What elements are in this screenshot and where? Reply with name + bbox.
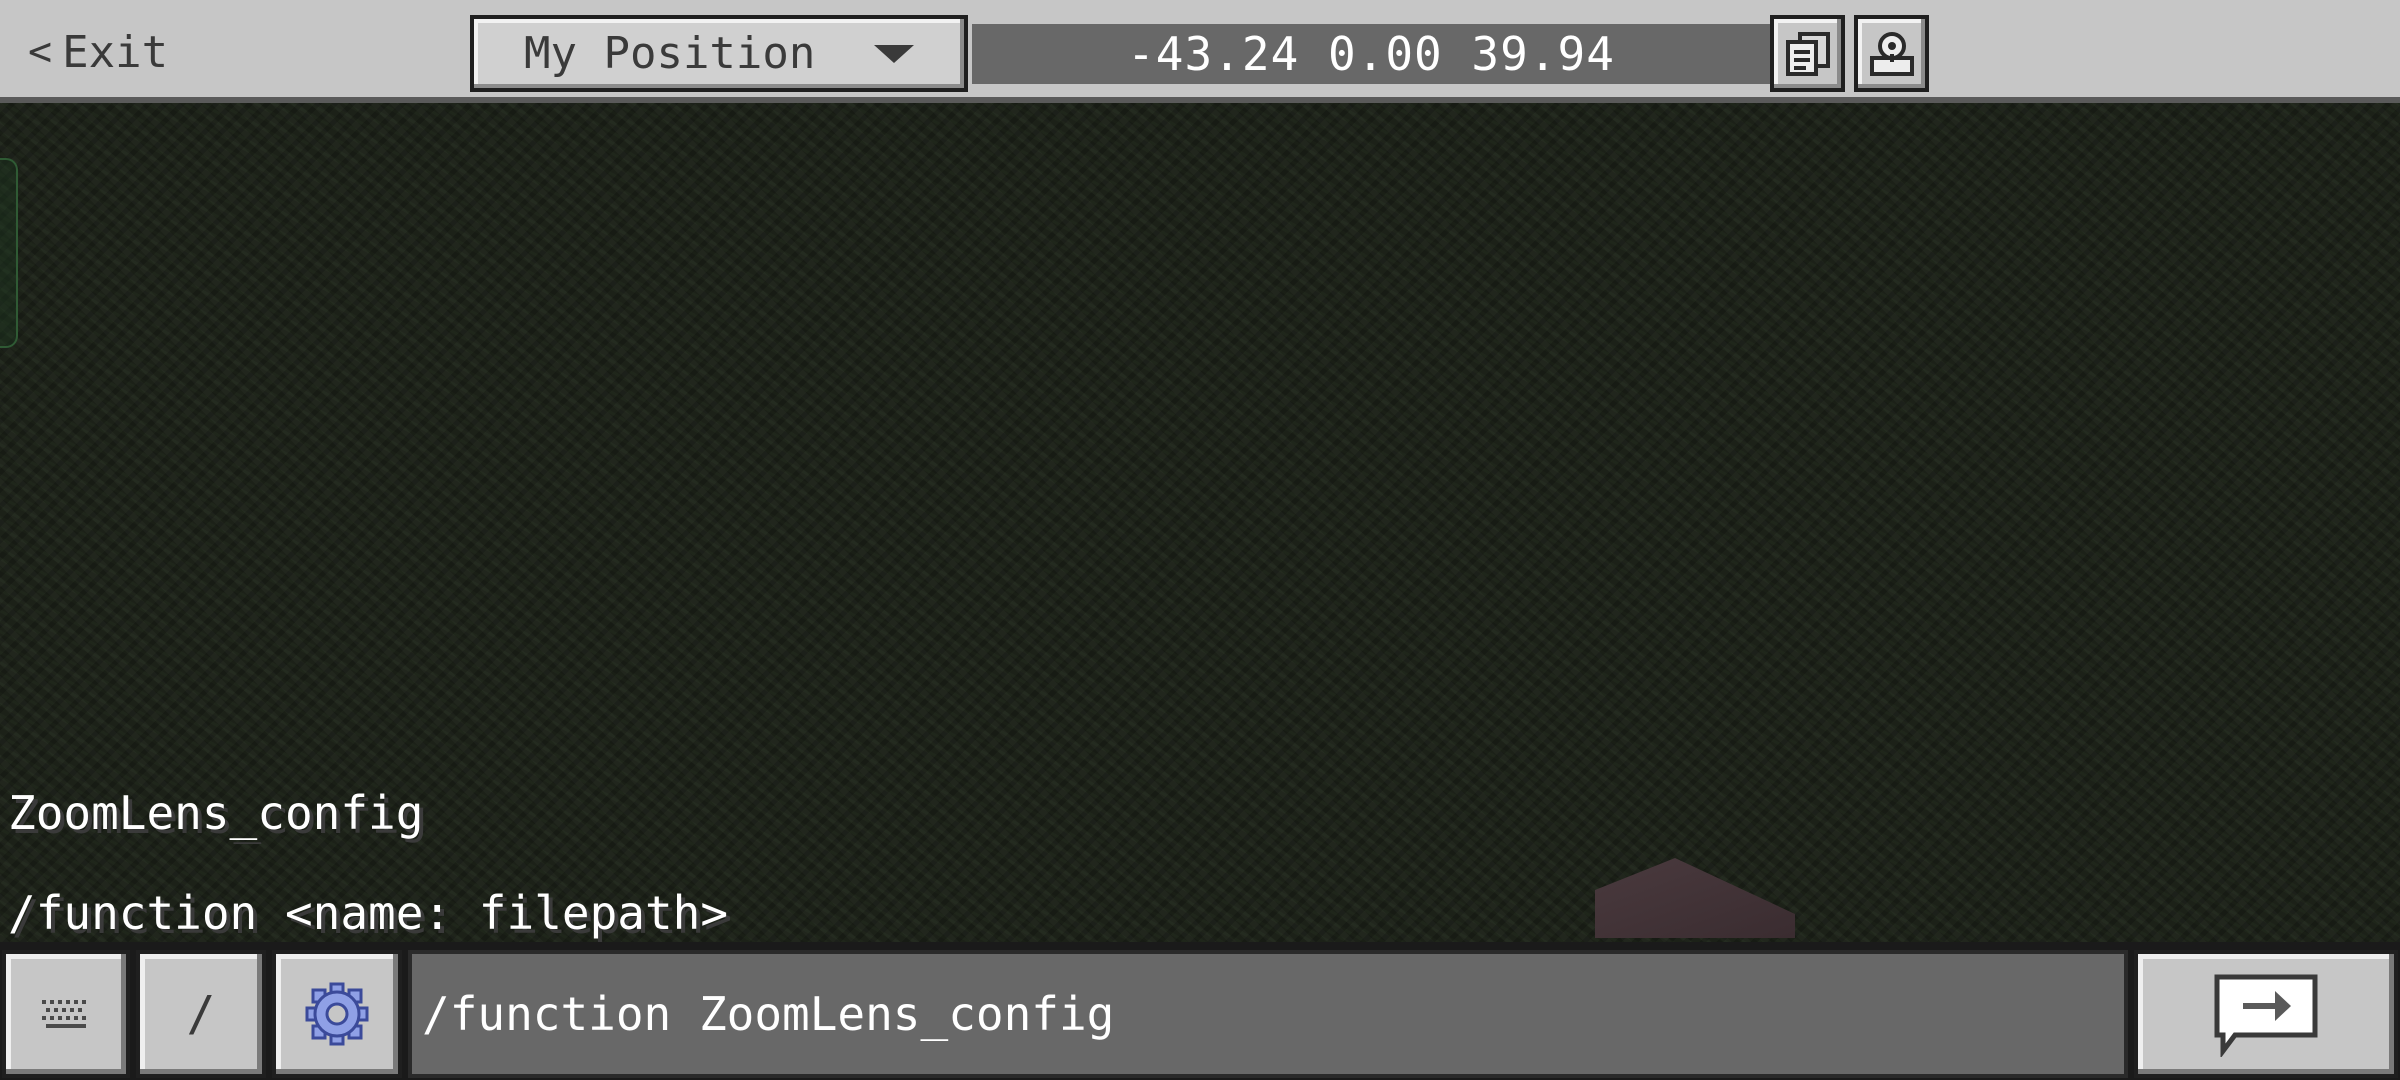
slash-label: / [186, 986, 216, 1042]
teleport-icon [1869, 31, 1914, 76]
coordinates-display: -43.24 0.00 39.94 [972, 24, 1770, 84]
top-bar: < Exit My Position -43.24 0.00 39.94 [0, 0, 2400, 103]
copy-coordinates-button[interactable] [1770, 15, 1845, 92]
teleport-button[interactable] [1854, 15, 1929, 92]
exit-label: Exit [62, 26, 169, 78]
send-button[interactable] [2134, 950, 2398, 1078]
send-arrow-icon [2214, 974, 2318, 1057]
copy-coordinates-icon [1785, 31, 1830, 76]
keyboard-icon [42, 1000, 86, 1028]
command-syntax-hint: /function <name: filepath> [8, 886, 729, 940]
chat-message: ZoomLens_config [8, 786, 424, 840]
slash-command-button[interactable]: / [136, 950, 266, 1078]
settings-button[interactable] [272, 950, 402, 1078]
chevron-left-icon: < [28, 29, 53, 75]
position-dropdown[interactable]: My Position [470, 15, 968, 92]
command-input[interactable] [408, 950, 2128, 1078]
caret-down-icon [874, 44, 914, 63]
chat-input-bar: / [0, 942, 2400, 1080]
keyboard-button[interactable] [2, 950, 130, 1078]
gear-icon [305, 982, 369, 1046]
exit-button[interactable]: < Exit [28, 22, 168, 82]
edge-panel-tab[interactable] [0, 158, 18, 348]
position-dropdown-value: My Position [524, 28, 816, 79]
game-screen: < Exit My Position -43.24 0.00 39.94 Zoo… [0, 0, 2400, 1080]
coordinates-text: -43.24 0.00 39.94 [1127, 27, 1615, 81]
